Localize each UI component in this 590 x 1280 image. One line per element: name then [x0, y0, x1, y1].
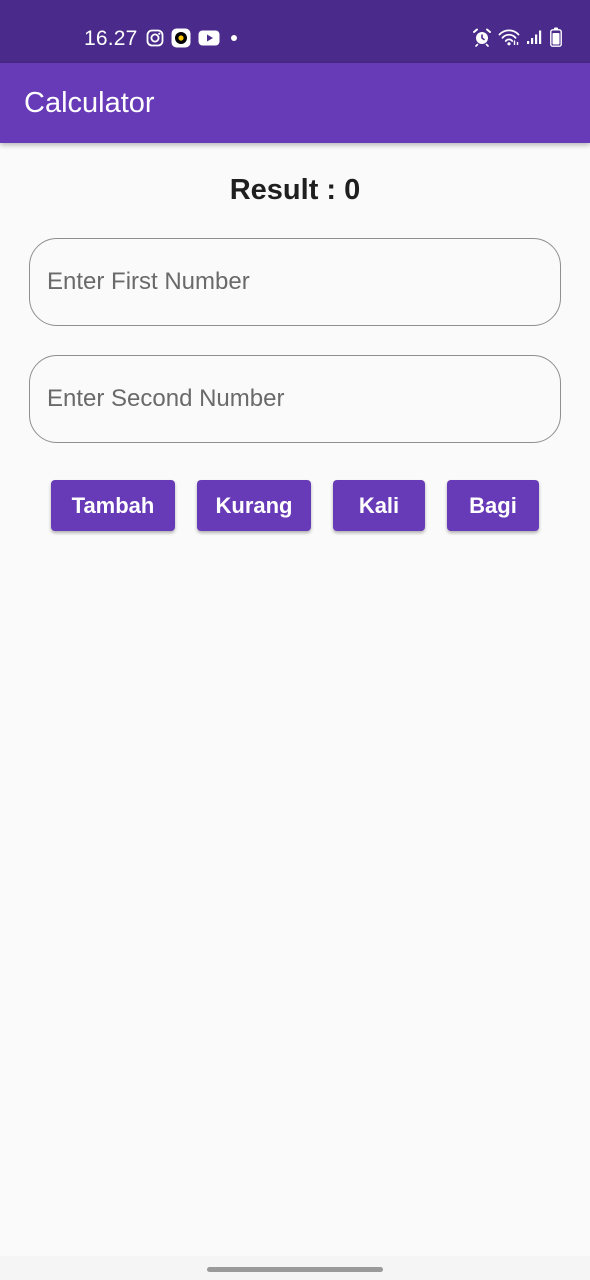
first-number-input[interactable] [29, 238, 561, 326]
subtract-button[interactable]: Kurang [197, 480, 311, 531]
music-app-icon [171, 28, 191, 48]
status-bar: 16.27 [0, 0, 590, 63]
calculator-screen: 16.27 Calculator Result: 0 Enter First … [0, 0, 590, 1280]
youtube-icon [198, 30, 220, 46]
app-title: Calculator [24, 87, 155, 119]
gesture-handle[interactable] [207, 1267, 383, 1272]
app-bar: Calculator [0, 63, 590, 143]
status-icons-right [472, 27, 562, 47]
alarm-icon [472, 27, 492, 47]
multiply-button[interactable]: Kali [333, 480, 425, 531]
instagram-icon [146, 29, 164, 47]
battery-icon [550, 27, 562, 47]
add-button[interactable]: Tambah [51, 480, 175, 531]
status-icons-left [146, 28, 241, 48]
wifi-icon [498, 28, 520, 46]
divide-button[interactable]: Bagi [447, 480, 539, 531]
result-text: Result : 0 [229, 174, 361, 206]
notification-dot-icon [227, 31, 241, 45]
signal-icon [526, 29, 544, 45]
status-time: 16.27 [84, 27, 138, 50]
navigation-bar [0, 1256, 590, 1280]
second-number-input[interactable] [29, 355, 561, 443]
